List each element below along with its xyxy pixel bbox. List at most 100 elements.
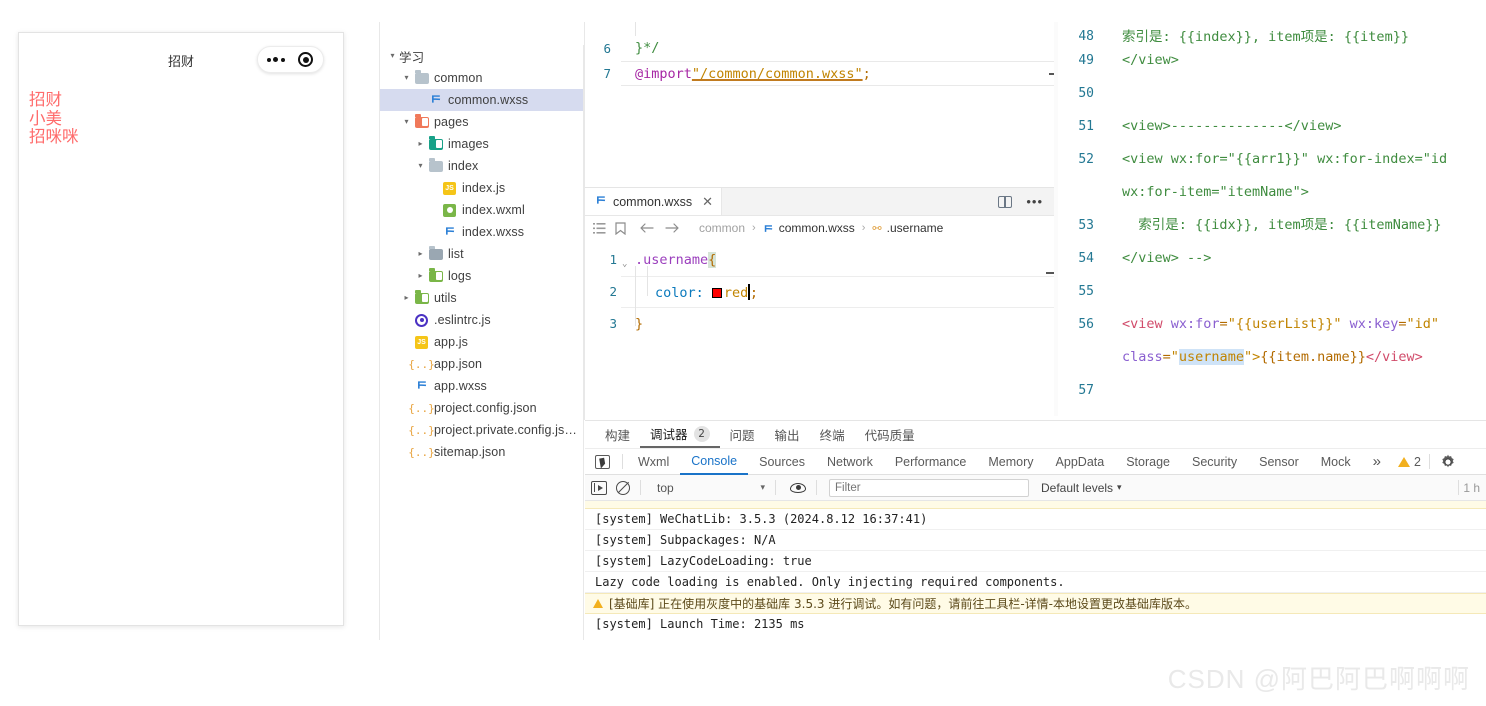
subtab-network[interactable]: Network	[816, 448, 884, 475]
more-actions-icon[interactable]: •••	[1026, 195, 1043, 208]
tree-item-label: common	[434, 71, 483, 85]
devtab-问题[interactable]: 问题	[720, 421, 765, 448]
arrow-right-icon[interactable]	[665, 222, 680, 234]
log-levels-dropdown[interactable]: Default levels ▾	[1041, 481, 1122, 495]
json-file-icon: {..}	[408, 423, 435, 437]
console-message: [基础库] 正在使用灰度中的基础库 3.5.3 进行调试。如有问题，请前往工具栏…	[585, 593, 1486, 614]
breadcrumb-item-folder[interactable]: common	[699, 221, 745, 235]
tree-item-index-wxss[interactable]: ㅋ index.wxss	[380, 221, 583, 243]
subtab-security[interactable]: Security	[1181, 448, 1248, 475]
devtab-label: 构建	[605, 428, 631, 443]
chevron-right-icon[interactable]: ▸	[400, 294, 413, 302]
execute-context-icon[interactable]	[591, 480, 607, 495]
wxml-attr: class	[1122, 349, 1163, 365]
tree-item-index-js[interactable]: JS index.js	[380, 177, 583, 199]
console-filter-bar[interactable]: top ▾ Default levels ▾ 1 h	[585, 475, 1486, 501]
target-circle-icon[interactable]	[298, 52, 314, 67]
subtab-appdata[interactable]: AppData	[1045, 448, 1116, 475]
inspect-element-icon[interactable]	[595, 454, 610, 469]
chevron-down-icon[interactable]: ▾	[386, 52, 399, 60]
line-number: 51	[1078, 119, 1094, 134]
js-file-icon: JS	[413, 335, 430, 349]
more-dots-icon[interactable]	[266, 57, 285, 62]
subtab-mock[interactable]: Mock	[1310, 448, 1362, 475]
devtab-输出[interactable]: 输出	[765, 421, 810, 448]
tree-item-app-json[interactable]: {..} app.json	[380, 353, 583, 375]
wxml-selected-text[interactable]: username	[1178, 349, 1244, 365]
tree-item-utils[interactable]: ▸ utils	[380, 287, 583, 309]
panel-divider[interactable]	[379, 22, 380, 640]
clear-console-icon[interactable]	[616, 480, 630, 495]
chevron-right-icon[interactable]: ▸	[414, 250, 427, 258]
fold-chevron-icon[interactable]: ⌄	[622, 248, 627, 280]
close-icon[interactable]: ✕	[702, 194, 713, 210]
tree-item-index[interactable]: ▾ index	[380, 155, 583, 177]
tree-item-project-private-config-js-[interactable]: {..} project.private.config.js…	[380, 419, 583, 441]
overflow-tabs-button[interactable]: »	[1362, 448, 1392, 475]
editor-pane-bottom[interactable]: ㅋ common.wxss ✕ ••• common › ㅋ common.wx…	[585, 187, 1055, 416]
tree-item-images[interactable]: ▸ images	[380, 133, 583, 155]
devtab-label: 代码质量	[864, 428, 915, 443]
devtab-label: 调试器	[650, 427, 688, 442]
phone-preview[interactable]: 招财 招财 小美 招咪咪	[18, 32, 344, 626]
devtab-调试器[interactable]: 调试器 2	[640, 421, 720, 448]
chevron-right-icon[interactable]: ▸	[414, 140, 427, 148]
code-line: 54 </view> -->	[1058, 242, 1486, 275]
editor-scrollbar[interactable]	[1054, 22, 1058, 416]
breadcrumb-item-file[interactable]: common.wxss	[779, 221, 855, 235]
tree-item-app-js[interactable]: JS app.js	[380, 331, 583, 353]
capsule-button-group[interactable]	[257, 46, 324, 73]
devtools-tab-strip[interactable]: 构建 调试器 2 问题 输出 终端 代码质量	[585, 421, 1486, 448]
tree-item-list[interactable]: ▸ list	[380, 243, 583, 265]
panel-divider[interactable]	[584, 22, 585, 420]
subtab-sources[interactable]: Sources	[748, 448, 816, 475]
arrow-left-icon[interactable]	[639, 222, 654, 234]
tree-item-common[interactable]: ▾ common	[380, 67, 583, 89]
split-editor-icon[interactable]	[998, 195, 1013, 208]
code-area[interactable]: 1 ⌄ .username{ 2 color: red; 3 }	[585, 240, 1055, 340]
live-expression-icon[interactable]	[790, 482, 806, 493]
file-explorer[interactable]: ▾ 学习 ▾ common ㅋ common.wxss ▾ pages ▸ images ▾ in…	[380, 45, 584, 640]
tree-item-logs[interactable]: ▸ logs	[380, 265, 583, 287]
chevron-down-icon[interactable]: ▾	[414, 162, 427, 170]
color-swatch-icon[interactable]	[711, 288, 722, 298]
console-output[interactable]: [system] WeChatLib: 3.5.3 (2024.8.12 16:…	[585, 509, 1486, 634]
outline-icon[interactable]	[593, 222, 606, 234]
devtools-subtab-strip[interactable]: Wxml Console Sources Network Performance Memo…	[585, 448, 1486, 475]
line-number: 1	[609, 252, 617, 267]
subtab-console[interactable]: Console	[680, 448, 749, 475]
filter-input[interactable]	[829, 478, 1029, 497]
breadcrumb[interactable]: common › ㅋ common.wxss › ⚯ .username	[585, 216, 1055, 240]
chevron-down-icon[interactable]: ▾	[400, 74, 413, 82]
editor-pane-top[interactable]: 6 }*/ 7 @import"/common/common.wxss";	[585, 22, 1055, 184]
subtab-wxml[interactable]: Wxml	[627, 448, 680, 475]
subtab-performance[interactable]: Performance	[884, 448, 978, 475]
breadcrumb-item-symbol[interactable]: .username	[887, 221, 944, 235]
warning-count[interactable]: 2	[1397, 454, 1421, 469]
editor-pane-right[interactable]: 48 索引是: {{index}}, item项是: {{item}} 49 <…	[1058, 22, 1486, 416]
chevron-down-icon: ▾	[1117, 482, 1122, 492]
subtab-sensor[interactable]: Sensor	[1248, 448, 1310, 475]
chevron-right-icon[interactable]: ▸	[414, 272, 427, 280]
tree-item-label: utils	[434, 291, 457, 305]
tab-common-wxss[interactable]: ㅋ common.wxss ✕	[585, 188, 723, 215]
tree-item-app-wxss[interactable]: ㅋ app.wxss	[380, 375, 583, 397]
context-selector[interactable]: top ▾	[651, 481, 771, 495]
console-message: [system] Subpackages: N/A	[585, 530, 1486, 551]
tree-item-pages[interactable]: ▾ pages	[380, 111, 583, 133]
subtab-memory[interactable]: Memory	[977, 448, 1044, 475]
tree-item-project-config-json[interactable]: {..} project.config.json	[380, 397, 583, 419]
devtab-终端[interactable]: 终端	[810, 421, 855, 448]
tree-root-item[interactable]: ▾ 学习	[380, 45, 583, 67]
bookmark-icon[interactable]	[615, 221, 626, 235]
warning-count-label: 2	[1413, 454, 1421, 469]
tree-item--eslintrc-js[interactable]: .eslintrc.js	[380, 309, 583, 331]
devtab-构建[interactable]: 构建	[595, 421, 640, 448]
subtab-storage[interactable]: Storage	[1115, 448, 1181, 475]
devtab-代码质量[interactable]: 代码质量	[855, 421, 925, 448]
tree-item-common-wxss[interactable]: ㅋ common.wxss	[380, 89, 583, 111]
chevron-down-icon[interactable]: ▾	[400, 118, 413, 126]
settings-gear-icon[interactable]	[1440, 454, 1456, 470]
tree-item-index-wxml[interactable]: index.wxml	[380, 199, 583, 221]
tree-item-sitemap-json[interactable]: {..} sitemap.json	[380, 441, 583, 463]
